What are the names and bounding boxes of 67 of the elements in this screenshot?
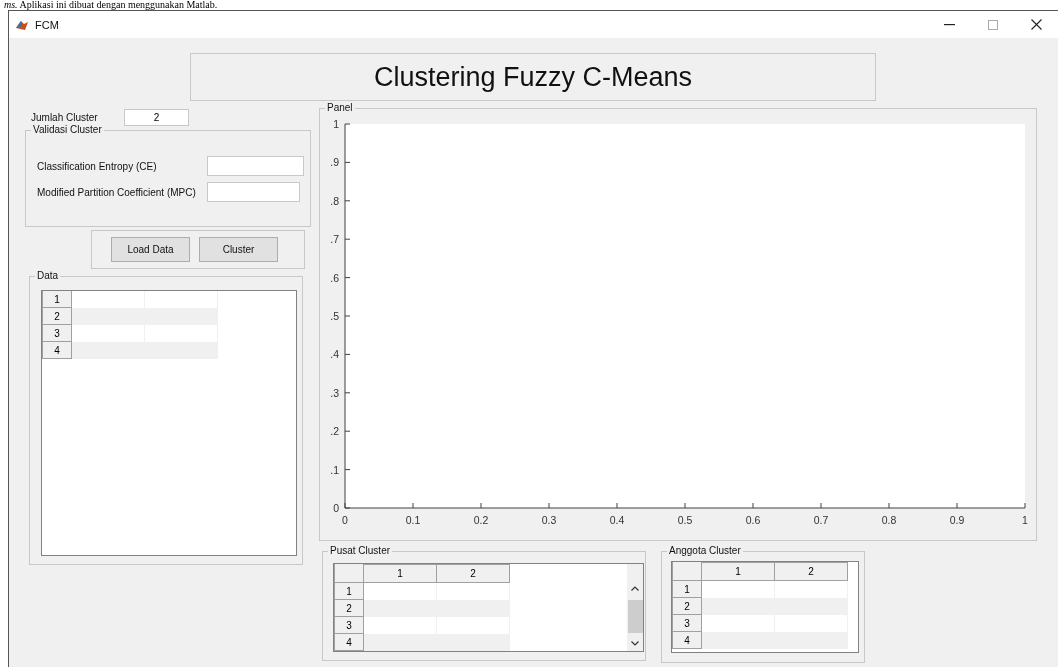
app-icon — [15, 18, 29, 31]
row-header: 3 — [672, 615, 702, 632]
close-icon[interactable] — [1031, 19, 1042, 30]
tick-label: .8 — [330, 194, 339, 207]
corner-header — [672, 562, 702, 581]
row-header: 2 — [672, 598, 702, 615]
row-header: 4 — [672, 632, 702, 649]
tick-label: .2 — [330, 425, 339, 438]
minimize-icon[interactable] — [944, 23, 955, 26]
panel-title: Pusat Cluster — [328, 545, 393, 557]
tick-label: 0.4 — [609, 514, 625, 526]
input-field[interactable] — [207, 182, 300, 202]
tick-label: 0.5 — [677, 514, 693, 526]
column-header: 2 — [437, 564, 510, 583]
tick-label: 0.1 — [405, 514, 421, 526]
row-header: 1 — [334, 583, 364, 600]
row-header: 3 — [42, 325, 72, 342]
column-header: 1 — [702, 562, 775, 581]
tick-label: 1 — [1022, 514, 1028, 526]
document-caption: ms. Aplikasi ini dibuat dengan menggunakan Matlab. — [3, 0, 219, 10]
cluster-count-field[interactable]: 2 — [124, 109, 189, 126]
column-header: 2 — [775, 562, 848, 581]
row-header: 2 — [334, 600, 364, 617]
input-field[interactable] — [207, 156, 304, 176]
maximize-icon[interactable] — [988, 19, 998, 30]
tick-label: 0.6 — [745, 514, 761, 526]
scrollbar[interactable] — [627, 564, 643, 651]
heading-banner: Clustering Fuzzy C-Means — [190, 53, 876, 101]
tick-label: 0 — [342, 514, 348, 526]
panel-title: Validasi Cluster — [31, 124, 104, 136]
panel-title: Data — [35, 270, 61, 282]
tick-label: 0.9 — [949, 514, 965, 526]
tick-label: .9 — [330, 156, 339, 169]
field-label: Modified Partition Coefficient (MPC) — [37, 186, 197, 198]
tick-label: .5 — [330, 310, 339, 322]
tick-label: 0 — [333, 502, 339, 514]
tick-label: 1 — [333, 118, 339, 130]
row-header: 4 — [42, 342, 72, 359]
tick-label: .4 — [330, 348, 339, 361]
field-label: Classification Entropy (CE) — [37, 160, 158, 172]
row-header: 1 — [672, 581, 702, 598]
tick-label: .3 — [330, 386, 339, 399]
field-label: Jumlah Cluster — [31, 112, 99, 123]
action-button[interactable]: Load Data — [111, 237, 190, 262]
scroll-down-icon[interactable] — [631, 641, 639, 646]
tick-label: 0.3 — [541, 514, 557, 526]
member-table[interactable]: 1 2 1 2 3 4 — [671, 561, 859, 653]
row-header: 4 — [334, 634, 364, 651]
tick-label: 0.7 — [813, 514, 829, 526]
column-header: 1 — [364, 564, 437, 583]
tick-label: .1 — [330, 463, 339, 476]
tick-label: .6 — [330, 271, 339, 284]
tick-label: .7 — [330, 233, 339, 246]
panel-title: Anggota Cluster — [667, 545, 743, 557]
tick-label: 0.2 — [473, 514, 489, 526]
row-header: 3 — [334, 617, 364, 634]
corner-header — [334, 564, 364, 583]
center-table[interactable]: 1 2 1 2 3 4 — [333, 563, 644, 652]
data-table[interactable]: 1 2 3 4 — [41, 290, 297, 556]
tick-label: 0.8 — [881, 514, 897, 526]
action-button[interactable]: Cluster — [199, 237, 278, 262]
scroll-up-icon[interactable] — [631, 586, 639, 591]
row-header: 2 — [42, 308, 72, 325]
row-header: 1 — [42, 291, 72, 308]
scroll-thumb[interactable] — [627, 599, 643, 633]
window-title: FCM — [35, 18, 59, 31]
panel-title: Panel — [325, 102, 355, 114]
